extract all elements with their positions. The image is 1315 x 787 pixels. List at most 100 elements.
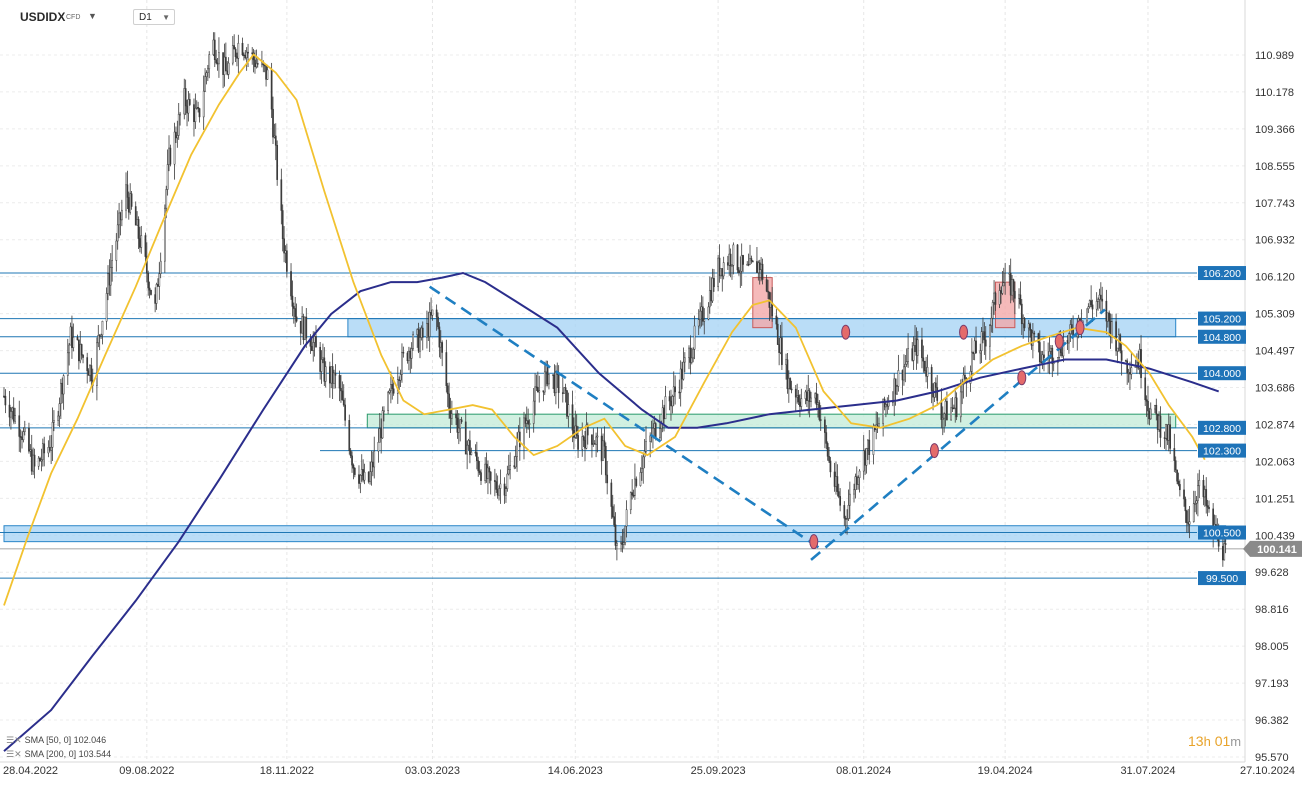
- candle-body: [951, 407, 954, 410]
- candle-body: [1019, 294, 1022, 305]
- candle-body: [699, 310, 701, 320]
- candle-body: [129, 193, 132, 213]
- candle-body: [566, 390, 568, 417]
- candle-body: [78, 339, 80, 362]
- current-price-badge: 100.141: [1243, 540, 1302, 557]
- candle-body: [577, 435, 579, 450]
- candle-body: [955, 397, 958, 418]
- candle-body: [195, 107, 198, 109]
- candle-body: [998, 290, 1001, 305]
- candle-body: [921, 339, 923, 359]
- candle-body: [833, 471, 836, 487]
- candle-body: [330, 366, 333, 384]
- candle-body: [1192, 503, 1195, 522]
- symbol-dropdown-icon[interactable]: ▼: [88, 11, 97, 21]
- candle-body: [353, 468, 356, 475]
- candle-body: [728, 253, 731, 266]
- candle-body: [204, 76, 206, 92]
- y-tick-label: 110.989: [1255, 50, 1294, 62]
- candle-body: [611, 506, 614, 517]
- candle-body: [392, 388, 395, 394]
- candle-body: [503, 483, 506, 496]
- candle-body: [495, 481, 498, 490]
- candle-body: [786, 359, 789, 390]
- marker: [959, 324, 969, 340]
- candle-body: [292, 306, 295, 309]
- candle-body: [416, 329, 419, 335]
- level-badge-label: 100.500: [1203, 528, 1241, 540]
- candle-body: [1126, 360, 1129, 374]
- candle-body: [1105, 300, 1108, 322]
- candle-body: [359, 475, 362, 484]
- candle-body: [313, 336, 316, 343]
- candle-body: [1086, 308, 1088, 322]
- x-tick-label: 09.08.2022: [119, 765, 174, 777]
- candle-body: [340, 387, 342, 392]
- candle-body: [731, 265, 733, 267]
- candle-body: [742, 255, 744, 265]
- candle-body: [858, 470, 861, 478]
- level-badge: 105.200: [1198, 311, 1246, 326]
- candle-body: [470, 451, 473, 455]
- candle-body: [654, 423, 657, 438]
- candle-body: [387, 392, 389, 411]
- candle-body: [639, 472, 642, 486]
- timeframe-select[interactable]: D1 ▼: [133, 9, 175, 25]
- candle-body: [736, 244, 739, 271]
- candle-body: [1120, 350, 1123, 361]
- candle-body: [244, 54, 247, 59]
- candle-body: [893, 378, 896, 402]
- legend-sma200[interactable]: ☰✕ SMA [200, 0] 103.544: [6, 749, 111, 760]
- candle-body: [1129, 372, 1131, 375]
- candle-body: [532, 400, 535, 424]
- settings-icon[interactable]: ☰✕: [6, 735, 22, 745]
- candle-body: [760, 263, 762, 270]
- candle-body: [304, 316, 306, 340]
- candle-body: [406, 352, 409, 362]
- candle-body: [23, 427, 26, 432]
- candle-body: [865, 448, 868, 466]
- candle-body: [1205, 489, 1208, 506]
- candle-body: [1032, 332, 1034, 346]
- candle-body: [779, 337, 782, 353]
- candle-body: [362, 469, 364, 481]
- candle-body: [82, 354, 84, 358]
- candle-body: [367, 471, 370, 482]
- candle-body: [972, 351, 975, 354]
- candle-body: [370, 461, 373, 473]
- candle-body: [412, 334, 414, 349]
- candle-body: [720, 268, 722, 277]
- candle-body: [528, 423, 531, 425]
- candle-body: [718, 257, 721, 277]
- candle-body: [914, 338, 916, 346]
- candle-body: [97, 334, 100, 344]
- candle-body: [420, 327, 423, 338]
- candle-body: [1148, 410, 1151, 420]
- candle-body: [322, 357, 324, 360]
- candle-body: [1087, 306, 1090, 310]
- candle-body: [487, 467, 489, 479]
- candle-body: [319, 346, 322, 372]
- candle-body: [53, 420, 55, 423]
- candle-body: [32, 454, 34, 472]
- candle-body: [1159, 415, 1162, 438]
- settings-icon[interactable]: ☰✕: [6, 749, 22, 759]
- candle-body: [818, 402, 821, 420]
- candle-body: [507, 469, 510, 475]
- candle-body: [1090, 300, 1092, 306]
- candle-body: [89, 365, 91, 376]
- candle-body: [1155, 404, 1158, 415]
- y-tick-label: 97.193: [1255, 678, 1289, 690]
- countdown-minutes-unit: m: [1230, 734, 1242, 749]
- candle-body: [390, 384, 392, 391]
- chart-svg[interactable]: 110.989 110.178 109.366 108.555 107.743 106.9…: [0, 0, 1315, 787]
- candle-body: [213, 39, 216, 60]
- candle-body: [887, 402, 890, 407]
- candle-body: [378, 428, 381, 443]
- candle-body: [862, 450, 865, 472]
- legend-sma50[interactable]: ☰✕ SMA [50, 0] 102.046: [6, 735, 106, 746]
- symbol-name[interactable]: USDIDX: [20, 10, 65, 24]
- candle-body: [1166, 424, 1169, 441]
- candle-body: [498, 488, 500, 496]
- candle-body: [979, 350, 982, 354]
